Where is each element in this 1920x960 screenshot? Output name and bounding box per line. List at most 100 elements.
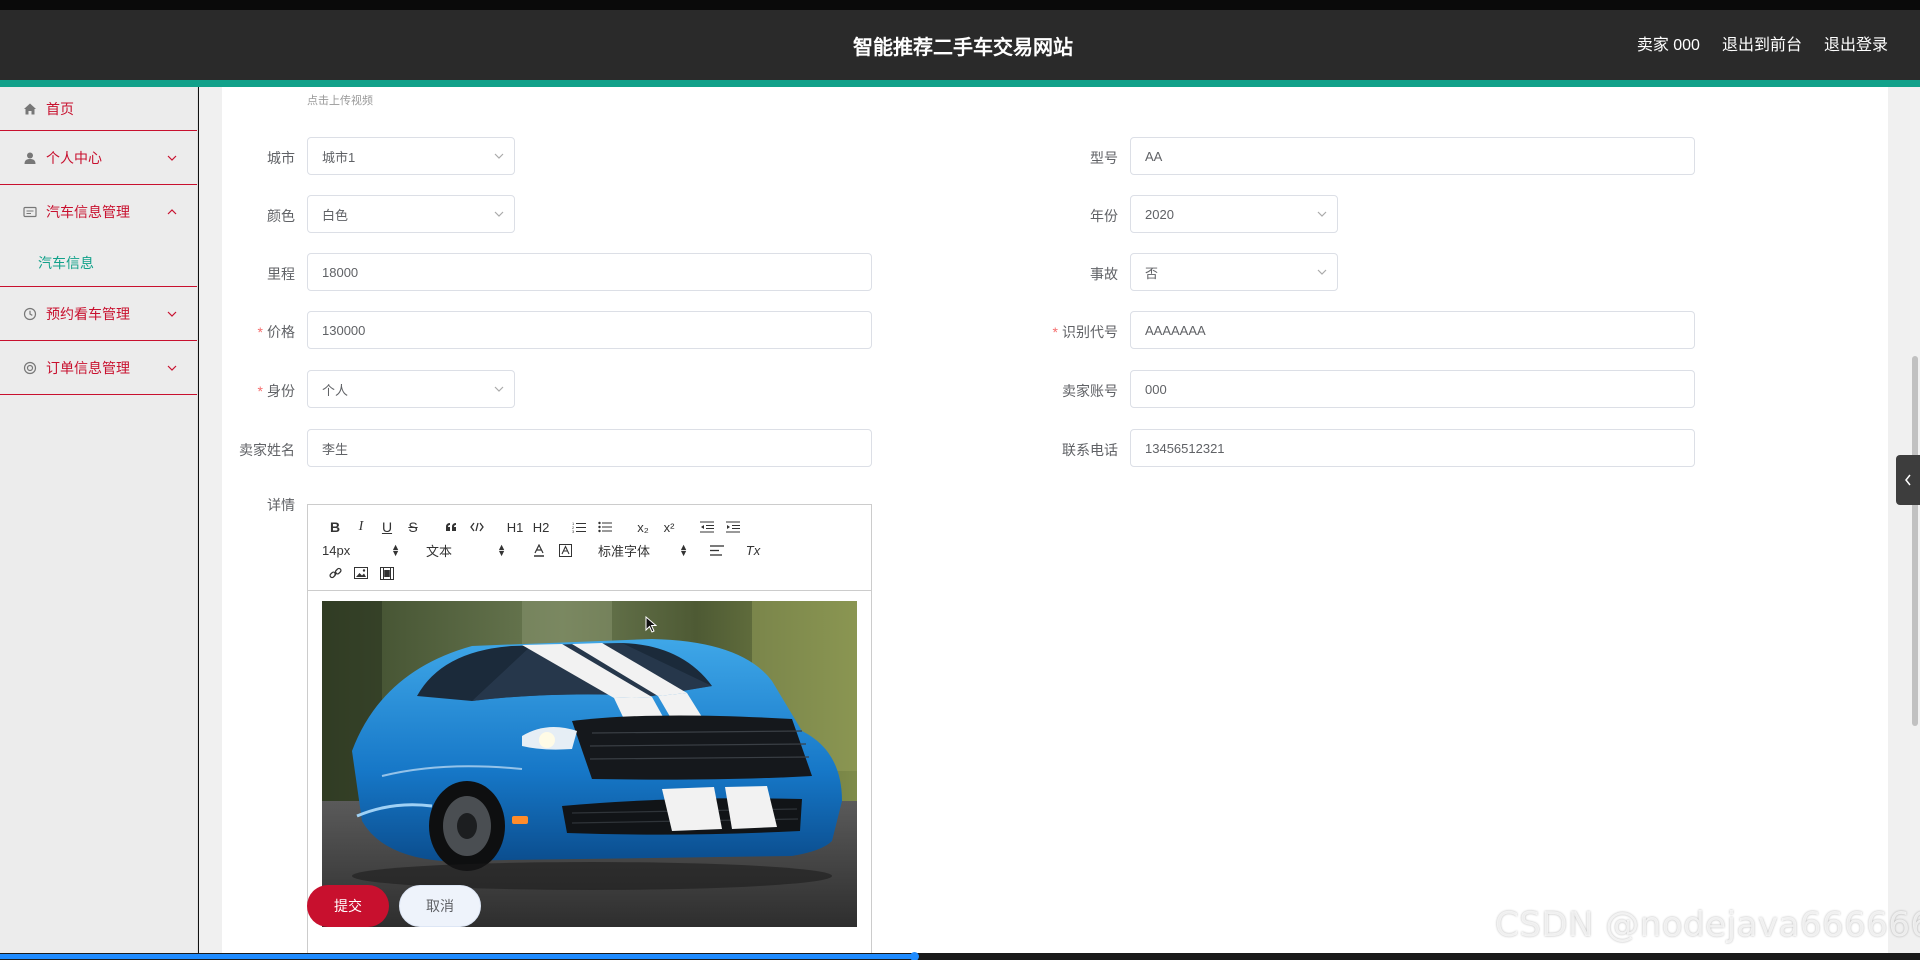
sidebar-subitem-car-info[interactable]: 汽车信息 (0, 239, 197, 287)
clock-icon (22, 306, 38, 322)
accident-value: 否 (1145, 265, 1159, 281)
price-input[interactable]: 130000 (307, 311, 872, 349)
strikethrough-icon[interactable]: S (400, 517, 426, 537)
bold-icon[interactable]: B (322, 517, 348, 537)
chevron-down-icon (494, 208, 504, 220)
editor-toolbar: B I U S H1 H2 123 x₂ x² 14px ▲ ▼ 文本 ▲ ▼ … (308, 505, 871, 591)
chevron-up-icon (167, 206, 177, 218)
phone-input[interactable]: 13456512321 (1130, 429, 1695, 467)
chevron-down-icon (167, 362, 177, 374)
chevron-left-icon (1905, 474, 1911, 486)
background-color-icon[interactable] (552, 540, 578, 560)
quote-icon[interactable] (438, 517, 464, 537)
label-text: 详情 (267, 497, 295, 513)
model-input[interactable]: AA (1130, 137, 1695, 175)
text-style-value: 文本 (426, 543, 453, 559)
link-icon[interactable] (322, 563, 348, 583)
rich-text-editor[interactable]: B I U S H1 H2 123 x₂ x² 14px ▲ ▼ 文本 ▲ ▼ … (307, 504, 872, 960)
city-value: 城市1 (322, 149, 356, 165)
font-family-select[interactable]: 标准字体 ▲ ▼ (598, 541, 694, 560)
accident-select[interactable]: 否 (1130, 253, 1338, 291)
toolbar-row-1: B I U S H1 H2 123 x₂ x² (322, 517, 746, 537)
window-top-edge (0, 0, 1920, 10)
updown-icon: ▲ ▼ (497, 542, 506, 558)
phone-value: 13456512321 (1145, 440, 1225, 456)
mileage-label: 里程 (195, 264, 295, 284)
year-value: 2020 (1145, 206, 1174, 222)
underline-icon[interactable]: U (374, 517, 400, 537)
label-text: 型号 (1090, 150, 1118, 166)
superscript-icon[interactable]: x² (656, 517, 682, 537)
sidebar-item-label: 汽车信息管理 (46, 204, 130, 220)
outdent-icon[interactable] (694, 517, 720, 537)
seller-name-input[interactable]: 李生 (307, 429, 872, 467)
chevron-down-icon (1317, 266, 1327, 278)
code-icon[interactable] (464, 517, 490, 537)
color-label: 颜色 (195, 206, 295, 226)
color-select[interactable]: 白色 (307, 195, 515, 233)
italic-icon[interactable]: I (348, 517, 374, 537)
model-value: AA (1145, 148, 1163, 164)
details-label: 详情 (195, 495, 295, 515)
collapse-panel-tab[interactable] (1896, 455, 1920, 505)
sidebar-item-home[interactable]: 首页 (0, 87, 197, 131)
sidebar-item-label: 个人中心 (46, 149, 102, 166)
identity-select[interactable]: 个人 (307, 370, 515, 408)
seller-account-label: 卖家账号 (1018, 381, 1118, 401)
color-value: 白色 (322, 207, 349, 223)
vin-input[interactable]: AAAAAAA (1130, 311, 1695, 349)
video-progress-fill (0, 954, 914, 959)
font-size-select[interactable]: 14px ▲ ▼ (322, 543, 406, 558)
align-icon[interactable] (704, 540, 730, 560)
image-icon[interactable] (348, 563, 374, 583)
submit-button[interactable]: 提交 (307, 885, 389, 927)
mileage-input[interactable]: 18000 (307, 253, 872, 291)
year-label: 年份 (1018, 206, 1118, 226)
sidebar-item-personal-center[interactable]: 个人中心 (0, 131, 197, 185)
seller-name-label: 卖家姓名 (195, 440, 295, 460)
sidebar-item-car-info-management[interactable]: 汽车信息管理 (0, 185, 197, 239)
mileage-value: 18000 (322, 264, 359, 280)
bullet-list-icon[interactable] (592, 517, 618, 537)
logout-link[interactable]: 退出登录 (1824, 31, 1888, 55)
identity-value: 个人 (322, 382, 349, 398)
mouse-pointer-icon (645, 615, 658, 637)
cancel-button[interactable]: 取消 (399, 885, 481, 927)
scrollbar-thumb[interactable] (1912, 356, 1918, 726)
required-mark: * (257, 324, 263, 340)
label-text: 事故 (1090, 266, 1118, 282)
site-title: 智能推荐二手车交易网站 (853, 37, 1073, 59)
seller-account-input[interactable]: 000 (1130, 370, 1695, 408)
sidebar-item-label: 订单信息管理 (46, 359, 130, 376)
label-text: 城市 (267, 150, 295, 166)
label-text: 颜色 (267, 208, 295, 224)
header-links: 卖家 000 退出到前台 退出登录 (1637, 31, 1920, 55)
ordered-list-icon[interactable]: 123 (566, 517, 592, 537)
video-progress-handle[interactable] (910, 952, 919, 960)
h2-icon[interactable]: H2 (528, 517, 554, 537)
clear-format-icon[interactable]: Tx (740, 540, 766, 560)
accident-label: 事故 (1018, 264, 1118, 284)
indent-icon[interactable] (720, 517, 746, 537)
font-color-icon[interactable] (526, 540, 552, 560)
video-icon[interactable] (374, 563, 400, 583)
chevron-down-icon (167, 152, 177, 164)
city-select[interactable]: 城市1 (307, 137, 515, 175)
chevron-down-icon (494, 150, 504, 162)
watermark-text: CSDN @nodejava666666 (1495, 905, 1920, 945)
year-select[interactable]: 2020 (1130, 195, 1338, 233)
back-to-frontend-link[interactable]: 退出到前台 (1722, 31, 1802, 55)
sidebar-item-viewing-appointments[interactable]: 预约看车管理 (0, 287, 197, 341)
user-icon (22, 150, 38, 166)
h1-icon[interactable]: H1 (502, 517, 528, 537)
label-text: 联系电话 (1062, 442, 1118, 458)
label-text: 身份 (267, 383, 295, 399)
subscript-icon[interactable]: x₂ (630, 517, 656, 537)
price-value: 130000 (322, 322, 366, 338)
toolbar-row-3 (322, 563, 400, 583)
chevron-down-icon (1317, 208, 1327, 220)
text-style-select[interactable]: 文本 ▲ ▼ (426, 541, 512, 560)
sidebar-item-order-management[interactable]: 订单信息管理 (0, 341, 197, 395)
seller-account-link[interactable]: 卖家 000 (1637, 31, 1700, 55)
required-mark: * (257, 383, 263, 399)
